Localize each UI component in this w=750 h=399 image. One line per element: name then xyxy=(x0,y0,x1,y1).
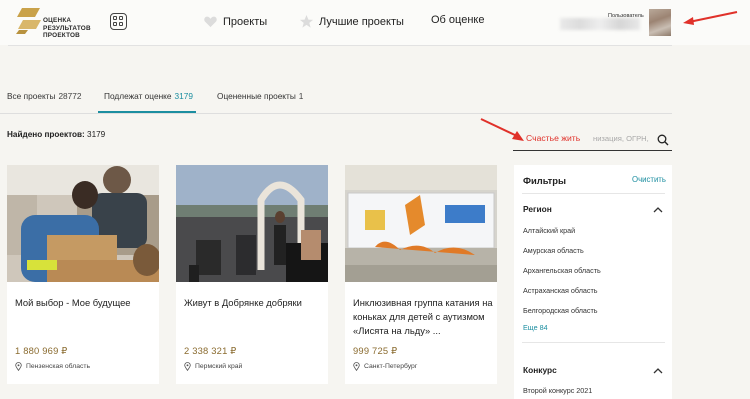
search-placeholder: низация, ОГРН, И xyxy=(593,134,651,143)
nav-best-projects-label: Лучшие проекты xyxy=(319,15,404,28)
project-region: Пермский край xyxy=(184,362,242,371)
nav-projects[interactable]: Проекты xyxy=(203,14,267,29)
tab-to-evaluate[interactable]: Подлежат оценке 3179 xyxy=(104,91,193,101)
search-value: Счастье жить xyxy=(526,133,581,143)
project-region: Санкт-Петербург xyxy=(353,362,417,371)
logo-mark-icon xyxy=(16,8,41,34)
filters-title: Фильтры xyxy=(523,175,566,186)
apps-grid-icon[interactable] xyxy=(110,13,127,30)
search-icon[interactable] xyxy=(657,134,669,146)
location-pin-icon xyxy=(353,362,360,371)
location-pin-icon xyxy=(15,362,22,371)
filter-option-region[interactable]: Астраханская область xyxy=(523,286,598,295)
tabs-divider xyxy=(0,113,672,114)
project-image xyxy=(7,165,159,282)
tab-evaluated[interactable]: Оцененные проекты 1 xyxy=(217,91,303,101)
header-divider xyxy=(8,45,672,46)
divider xyxy=(522,342,665,343)
filters-panel: Фильтры Очистить Регион Алтайский край А… xyxy=(514,165,672,399)
heart-icon xyxy=(204,16,217,28)
filter-option-contest[interactable]: Второй конкурс 2021 xyxy=(523,386,592,395)
project-title[interactable]: Живут в Добрянке добряки xyxy=(184,296,324,310)
star-icon xyxy=(299,14,314,28)
user-name-blurred xyxy=(560,18,640,30)
filter-option-region[interactable]: Белгородская область xyxy=(523,306,598,315)
user-role-label: Пользователь xyxy=(608,13,644,19)
show-more-regions-link[interactable]: Еще 84 xyxy=(523,323,548,332)
nav-best-projects[interactable]: Лучшие проекты xyxy=(299,14,404,29)
project-card[interactable]: Мой выбор - Мое будущее 1 880 969 ₽ Пенз… xyxy=(7,165,159,384)
project-image xyxy=(176,165,328,282)
project-title[interactable]: Мой выбор - Мое будущее xyxy=(15,296,155,310)
project-title[interactable]: Инклюзивная группа катания на коньках дл… xyxy=(353,296,493,338)
nav-projects-label: Проекты xyxy=(223,15,268,28)
results-count: Найдено проектов: 3179 xyxy=(7,130,106,139)
active-tab-indicator xyxy=(98,111,196,113)
tab-all-projects[interactable]: Все проекты 28772 xyxy=(7,91,82,101)
nav-about[interactable]: Об оценке xyxy=(431,14,484,26)
location-pin-icon xyxy=(184,362,191,371)
project-region: Пензенская область xyxy=(15,362,90,371)
user-menu[interactable]: Пользователь xyxy=(560,6,672,38)
project-card[interactable]: Живут в Добрянке добряки 2 338 321 ₽ Пер… xyxy=(176,165,328,384)
clear-filters-button[interactable]: Очистить xyxy=(632,175,666,184)
project-price: 999 725 ₽ xyxy=(353,345,398,356)
logo[interactable]: ОЦЕНКА РЕЗУЛЬТАТОВ ПРОЕКТОВ xyxy=(16,6,96,39)
search-input[interactable]: Счастье жить низация, ОГРН, И xyxy=(513,131,672,151)
avatar[interactable] xyxy=(649,9,671,36)
project-price: 2 338 321 ₽ xyxy=(184,345,237,356)
project-price: 1 880 969 ₽ xyxy=(15,345,68,356)
chevron-up-icon[interactable] xyxy=(653,367,663,374)
header: ОЦЕНКА РЕЗУЛЬТАТОВ ПРОЕКТОВ Проекты Лучш… xyxy=(0,0,750,45)
filter-section-region[interactable]: Регион xyxy=(523,204,552,214)
logo-text: ОЦЕНКА РЕЗУЛЬТАТОВ ПРОЕКТОВ xyxy=(43,17,91,40)
filter-option-region[interactable]: Архангельская область xyxy=(523,266,601,275)
filter-option-region[interactable]: Амурская область xyxy=(523,246,584,255)
filter-section-contest[interactable]: Конкурс xyxy=(523,365,557,375)
nav-about-label: Об оценке xyxy=(431,14,485,26)
chevron-up-icon[interactable] xyxy=(653,206,663,213)
divider xyxy=(522,193,665,194)
project-card[interactable]: Инклюзивная группа катания на коньках дл… xyxy=(345,165,497,384)
filter-option-region[interactable]: Алтайский край xyxy=(523,226,575,235)
annotation-arrow-icon xyxy=(683,11,738,25)
project-image xyxy=(345,165,497,282)
